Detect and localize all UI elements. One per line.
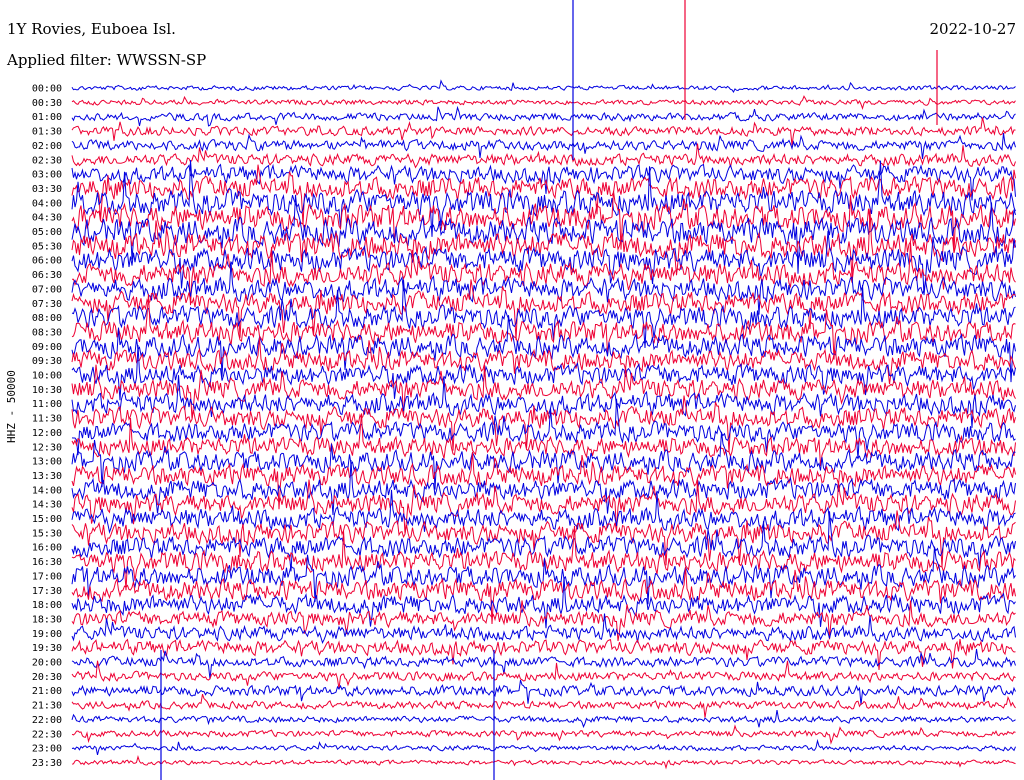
row-time-label: 16:00 bbox=[32, 543, 62, 554]
row-time-label: 10:00 bbox=[32, 371, 62, 382]
trace-row bbox=[71, 693, 1016, 718]
row-time-label: 19:00 bbox=[32, 629, 62, 640]
row-time-label: 21:30 bbox=[32, 701, 62, 712]
row-time-label: 00:30 bbox=[32, 98, 62, 109]
trace-row bbox=[71, 105, 1016, 127]
row-time-label: 06:30 bbox=[32, 270, 62, 281]
row-time-label: 01:00 bbox=[32, 112, 62, 123]
row-time-label: 07:00 bbox=[32, 284, 62, 295]
row-time-label: 09:30 bbox=[32, 356, 62, 367]
row-time-label: 13:30 bbox=[32, 471, 62, 482]
trace-row bbox=[71, 79, 1016, 93]
row-time-label: 14:30 bbox=[32, 500, 62, 511]
row-time-label: 19:30 bbox=[32, 643, 62, 654]
row-time-label: 23:30 bbox=[32, 758, 62, 769]
row-time-label: 07:30 bbox=[32, 299, 62, 310]
row-time-label: 17:00 bbox=[32, 571, 62, 582]
row-time-label: 20:00 bbox=[32, 658, 62, 669]
row-time-label: 08:30 bbox=[32, 327, 62, 338]
row-time-label: 08:00 bbox=[32, 313, 62, 324]
trace-row bbox=[71, 710, 1016, 729]
row-time-label: 14:00 bbox=[32, 485, 62, 496]
row-time-label: 18:30 bbox=[32, 614, 62, 625]
trace-row bbox=[71, 546, 1016, 605]
row-time-label: 17:30 bbox=[32, 586, 62, 597]
seismogram-plot: 00:00 00:30 01:00 01:30 02:00 02:30 03:00 03:30… bbox=[32, 0, 1016, 780]
row-time-label: 04:30 bbox=[32, 213, 62, 224]
row-time-label: 10:30 bbox=[32, 385, 62, 396]
trace-row bbox=[71, 117, 1016, 146]
row-time-label: 23:00 bbox=[32, 744, 62, 755]
trace-row bbox=[71, 398, 1016, 460]
row-time-label: 11:30 bbox=[32, 414, 62, 425]
row-time-label: 01:30 bbox=[32, 127, 62, 138]
row-time-label: 02:30 bbox=[32, 155, 62, 166]
trace-row bbox=[71, 95, 1016, 111]
row-time-label: 02:00 bbox=[32, 141, 62, 152]
row-time-label: 09:00 bbox=[32, 342, 62, 353]
row-time-label: 11:00 bbox=[32, 399, 62, 410]
row-time-label: 22:00 bbox=[32, 715, 62, 726]
row-time-label: 13:00 bbox=[32, 457, 62, 468]
row-time-label: 05:30 bbox=[32, 241, 62, 252]
row-time-label: 05:00 bbox=[32, 227, 62, 238]
row-time-label: 21:00 bbox=[32, 686, 62, 697]
row-time-label: 04:00 bbox=[32, 198, 62, 209]
row-time-label: 03:00 bbox=[32, 170, 62, 181]
trace-row bbox=[71, 755, 1016, 770]
row-time-label: 15:00 bbox=[32, 514, 62, 525]
row-time-label: 15:30 bbox=[32, 528, 62, 539]
trace-row bbox=[72, 242, 1016, 306]
trace-row bbox=[71, 525, 1016, 591]
row-time-label: 12:00 bbox=[32, 428, 62, 439]
row-time-label: 06:00 bbox=[32, 256, 62, 267]
row-time-label: 18:00 bbox=[32, 600, 62, 611]
trace-row bbox=[71, 738, 1016, 756]
row-time-label: 00:00 bbox=[32, 84, 62, 95]
row-time-label: 16:30 bbox=[32, 557, 62, 568]
trace-row bbox=[71, 724, 1016, 745]
row-time-label: 22:30 bbox=[32, 729, 62, 740]
trace-row bbox=[71, 679, 1016, 706]
row-time-label: 12:30 bbox=[32, 442, 62, 453]
row-time-label: 03:30 bbox=[32, 184, 62, 195]
row-time-label: 20:30 bbox=[32, 672, 62, 683]
